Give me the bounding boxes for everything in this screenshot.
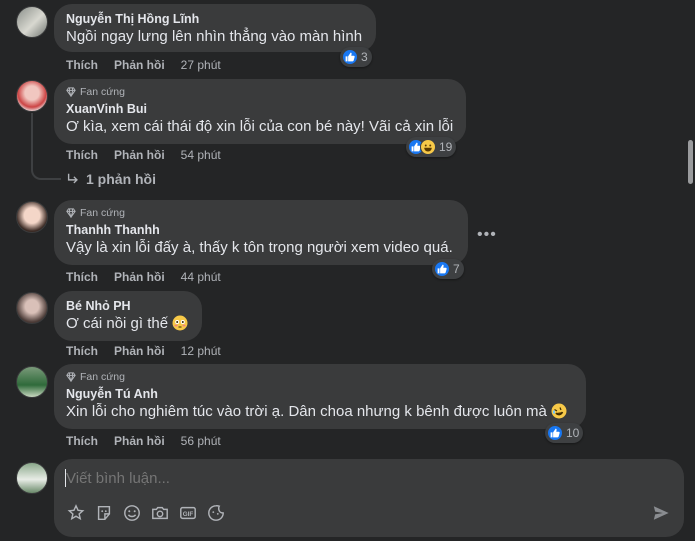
- comment-text: Ơ cái nồi gì thế: [66, 314, 190, 337]
- diamond-icon: [66, 372, 76, 382]
- reply-arrow-icon: [67, 173, 78, 184]
- comment-time[interactable]: 44 phút: [181, 270, 221, 284]
- like-button[interactable]: Thích: [66, 270, 98, 284]
- emoji-icon[interactable]: [122, 503, 142, 523]
- avatar[interactable]: [16, 292, 48, 324]
- comment-text-content: Ơ cái nồi gì thế: [66, 315, 169, 332]
- comment-actions: Thích Phản hồi 12 phút: [66, 344, 221, 358]
- comment-text: Ngồi ngay lưng lên nhìn thẳng vào màn hì…: [66, 28, 363, 45]
- comment-author[interactable]: Nguyễn Tú Anh: [66, 386, 574, 402]
- haha-icon: [420, 139, 436, 155]
- like-button[interactable]: Thích: [66, 434, 98, 448]
- avatar[interactable]: [16, 80, 48, 112]
- more-options-icon[interactable]: •••: [477, 226, 497, 244]
- reaction-summary[interactable]: 7: [432, 259, 464, 279]
- comment-time[interactable]: 54 phút: [181, 148, 221, 162]
- send-icon[interactable]: [652, 504, 670, 527]
- reply-button[interactable]: Phản hồi: [114, 148, 165, 162]
- comment-author[interactable]: Nguyễn Thị Hồng Lĩnh: [66, 11, 364, 27]
- reaction-count: 3: [361, 50, 368, 64]
- view-replies-link[interactable]: 1 phản hồi: [66, 171, 156, 187]
- badge-label: Fan cứng: [80, 207, 125, 219]
- comment-input[interactable]: [66, 467, 626, 489]
- like-button[interactable]: Thích: [66, 148, 98, 162]
- comment-author[interactable]: Thanhh Thanhh: [66, 222, 456, 238]
- reaction-summary[interactable]: 10: [545, 423, 584, 443]
- rofl-emoji-icon: [551, 403, 567, 425]
- comment-author[interactable]: XuanVinh Bui: [66, 101, 454, 117]
- svg-text:GIF: GIF: [183, 511, 194, 518]
- thread-line: [31, 113, 61, 180]
- comment-actions: Thích Phản hồi 44 phút: [66, 270, 221, 284]
- like-icon: [434, 261, 450, 277]
- comment-actions: Thích Phản hồi 54 phút: [66, 148, 221, 162]
- reaction-summary[interactable]: 19: [406, 137, 457, 157]
- reply-button[interactable]: Phản hồi: [114, 58, 165, 72]
- reply-button[interactable]: Phản hồi: [114, 270, 165, 284]
- comment-time[interactable]: 27 phút: [181, 58, 221, 72]
- comment-bubble: Bé Nhỏ PH Ơ cái nồi gì thế: [54, 291, 202, 341]
- scrollbar-thumb[interactable]: [688, 140, 693, 184]
- comment-text: Xin lỗi cho nghiêm túc vào trời ạ. Dân c…: [66, 402, 574, 425]
- comment-actions: Thích Phản hồi 27 phút: [66, 58, 221, 72]
- sticker-icon[interactable]: [94, 503, 114, 523]
- badge-label: Fan cứng: [80, 86, 125, 98]
- comment-text-content: Xin lỗi cho nghiêm túc vào trời ạ. Dân c…: [66, 403, 547, 420]
- like-button[interactable]: Thích: [66, 344, 98, 358]
- camera-icon[interactable]: [150, 503, 170, 523]
- diamond-icon: [66, 87, 76, 97]
- comment-text: Ơ kìa, xem cái thái độ xin lỗi của con b…: [66, 118, 454, 135]
- gif-icon[interactable]: GIF: [178, 503, 198, 523]
- comment-bubble: Fan cứng Nguyễn Tú Anh Xin lỗi cho nghiê…: [54, 364, 586, 429]
- fan-badge: Fan cứng: [66, 85, 454, 99]
- comment-author[interactable]: Bé Nhỏ PH: [66, 298, 190, 314]
- flushed-emoji-icon: [172, 315, 188, 337]
- reaction-summary[interactable]: 3: [340, 47, 372, 67]
- avatar[interactable]: [16, 201, 48, 233]
- comment-bubble: Fan cứng XuanVinh Bui Ơ kìa, xem cái thá…: [54, 79, 466, 144]
- reply-button[interactable]: Phản hồi: [114, 344, 165, 358]
- avatar[interactable]: [16, 6, 48, 38]
- comment-bubble: Fan cứng Thanhh Thanhh Vậy là xin lỗi đấ…: [54, 200, 468, 265]
- comment-time[interactable]: 12 phút: [181, 344, 221, 358]
- like-icon: [547, 425, 563, 441]
- badge-label: Fan cứng: [80, 371, 125, 383]
- comment-text: Vậy là xin lỗi đấy à, thấy k tôn trọng n…: [66, 239, 453, 256]
- comment-bubble: Nguyễn Thị Hồng Lĩnh Ngồi ngay lưng lên …: [54, 4, 376, 52]
- like-icon: [342, 49, 358, 65]
- sticker-pack-icon[interactable]: [206, 503, 226, 523]
- comment-composer: GIF: [54, 459, 684, 537]
- reaction-count: 10: [566, 426, 580, 440]
- comment-actions: Thích Phản hồi 56 phút: [66, 434, 221, 448]
- diamond-icon: [66, 208, 76, 218]
- reply-button[interactable]: Phản hồi: [114, 434, 165, 448]
- reaction-count: 19: [439, 140, 453, 154]
- current-user-avatar[interactable]: [16, 462, 48, 494]
- comment-time[interactable]: 56 phút: [181, 434, 221, 448]
- composer-toolbar: GIF: [66, 503, 226, 523]
- fan-badge: Fan cứng: [66, 370, 574, 384]
- fan-badge: Fan cứng: [66, 206, 456, 220]
- like-button[interactable]: Thích: [66, 58, 98, 72]
- avatar-sticker-icon[interactable]: [66, 503, 86, 523]
- avatar[interactable]: [16, 366, 48, 398]
- view-replies-label: 1 phản hồi: [86, 171, 156, 187]
- reaction-count: 7: [453, 262, 460, 276]
